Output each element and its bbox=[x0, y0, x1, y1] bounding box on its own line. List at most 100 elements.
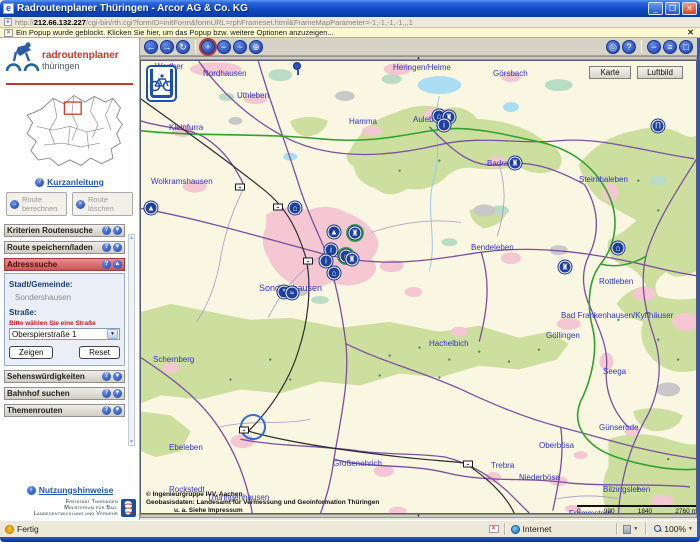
castle-icon[interactable]: ♜ bbox=[559, 261, 572, 274]
scroll-down-icon[interactable]: ▼ bbox=[129, 439, 134, 445]
help-icon[interactable]: ? bbox=[102, 260, 111, 269]
map-canvas[interactable]: WertherNordhausenUthlebenHeringen/HelmeG… bbox=[140, 60, 697, 514]
chevron-down-icon[interactable]: ▼ bbox=[113, 226, 122, 235]
radroutenplaner-map-logo bbox=[146, 65, 177, 102]
help-icon[interactable]: ? bbox=[102, 406, 111, 415]
scroll-up-icon[interactable]: ▲ bbox=[129, 235, 134, 241]
help-icon[interactable]: ? bbox=[102, 372, 111, 381]
peak-icon[interactable]: ▲ bbox=[328, 226, 341, 239]
church-icon[interactable]: ⌂ bbox=[328, 267, 341, 280]
minimize-map-button[interactable]: − bbox=[647, 40, 661, 54]
popup-blocked-status-icon[interactable]: ✕ bbox=[489, 525, 499, 533]
map-splitter-bottom[interactable]: ▼ bbox=[140, 514, 697, 518]
zoom-out-button[interactable]: − bbox=[217, 40, 231, 54]
toolbar-separator bbox=[641, 40, 642, 53]
accordion-header-kriterien-routensuche[interactable]: Kriterien Routensuche ? ▼ bbox=[4, 224, 125, 237]
toolbar-separator bbox=[195, 40, 196, 53]
railway-station-icon[interactable]: ▪▪ bbox=[273, 204, 283, 211]
railway-station-icon[interactable]: ▪▪ bbox=[235, 184, 245, 191]
map-label: Oberbösa bbox=[539, 441, 574, 450]
route-delete-button[interactable]: × Route löschen bbox=[72, 192, 133, 216]
map-label: Schernberg bbox=[153, 355, 194, 364]
new-window-button[interactable]: □ bbox=[679, 40, 693, 54]
railway-station-icon[interactable]: ▪▪ bbox=[303, 258, 313, 265]
chevron-down-icon[interactable]: ▼ bbox=[107, 329, 118, 339]
sidebar: radroutenplaner thüringen ? Ku bbox=[0, 38, 140, 520]
railway-station-icon[interactable]: ▪▪ bbox=[239, 427, 249, 434]
map-label: Bendeleben bbox=[471, 243, 514, 252]
map-scale-bar: 0 920 1840 2760 m bbox=[577, 505, 697, 514]
monument-icon[interactable]: Π bbox=[652, 120, 665, 133]
castle-icon[interactable]: ♜ bbox=[349, 227, 362, 240]
home-icon[interactable]: ⌂ bbox=[612, 242, 625, 255]
quickstart-link[interactable]: Kurzanleitung bbox=[47, 177, 104, 187]
marker-pin-icon[interactable] bbox=[293, 62, 301, 70]
cyclist-logo-icon bbox=[4, 41, 42, 79]
measure-button[interactable]: ~ bbox=[233, 40, 247, 54]
help-icon[interactable]: ? bbox=[102, 243, 111, 252]
accordion-header-themenrouten[interactable]: Themenrouten ? ▼ bbox=[4, 404, 125, 417]
info-icon[interactable]: i bbox=[438, 119, 451, 132]
accordion-label: Sehenswürdigkeiten bbox=[7, 372, 100, 381]
chevron-up-icon[interactable]: ▲ bbox=[113, 260, 122, 269]
refresh-button[interactable]: ↻ bbox=[176, 40, 190, 54]
railway-station-icon[interactable]: ▪▪ bbox=[463, 461, 473, 468]
info-icon[interactable]: i bbox=[320, 255, 333, 268]
back-button[interactable]: ← bbox=[144, 40, 158, 54]
address-bar[interactable]: e http://212.66.132.227/cgi-bin/rth.cgi?… bbox=[0, 17, 700, 28]
popup-info-bar[interactable]: ✕ Ein Popup wurde geblockt. Klicken Sie … bbox=[0, 28, 700, 38]
help-icon: ? bbox=[35, 178, 44, 187]
copyright-line: Geobasisdaten: Landesamt für Vermessung … bbox=[146, 499, 379, 507]
thuringia-coat-of-arms bbox=[121, 499, 136, 517]
map-label: Wolkramshausen bbox=[151, 177, 213, 186]
popup-bar-close-icon[interactable]: ✕ bbox=[687, 28, 696, 37]
chevron-down-icon[interactable]: ▼ bbox=[113, 243, 122, 252]
home-icon[interactable]: ⌂ bbox=[289, 202, 302, 215]
help-button[interactable]: ? bbox=[622, 40, 636, 54]
map-view-button[interactable]: Karte bbox=[589, 66, 631, 79]
chevron-down-icon[interactable]: ▼ bbox=[113, 406, 122, 415]
accordion-header-adresssuche[interactable]: Adresssuche ? ▲ bbox=[4, 258, 125, 271]
mountain-icon[interactable]: ▲ bbox=[145, 202, 158, 215]
map-label: Ebeleben bbox=[169, 443, 203, 452]
accordion-header-bahnhof-suchen[interactable]: Bahnhof suchen ? ▼ bbox=[4, 387, 125, 400]
street-select-value: Oberspierstraße 1 bbox=[10, 330, 107, 339]
show-button[interactable]: Zeigen bbox=[9, 346, 53, 359]
overview-button[interactable]: ◎ bbox=[606, 40, 620, 54]
minimize-button[interactable]: _ bbox=[648, 2, 663, 15]
zoom-in-button[interactable]: + bbox=[201, 40, 215, 54]
street-select[interactable]: Oberspierstraße 1 ▼ bbox=[9, 328, 120, 340]
forward-button[interactable]: → bbox=[160, 40, 174, 54]
castle-icon[interactable]: ♜ bbox=[509, 157, 522, 170]
usage-link[interactable]: Nutzungshinweise bbox=[39, 485, 114, 495]
help-icon[interactable]: ? bbox=[102, 226, 111, 235]
pan-button[interactable]: ⊕ bbox=[249, 40, 263, 54]
sidebar-scrollbar[interactable]: ▲ ▼ bbox=[128, 234, 135, 446]
maximize-button[interactable]: ❐ bbox=[665, 2, 680, 15]
thuringia-overview-map[interactable] bbox=[14, 87, 126, 175]
splitter-down-icon[interactable]: ▼ bbox=[417, 513, 421, 518]
warning-icon: ! bbox=[5, 525, 14, 534]
accordion-header-sehenswuerdigkeiten[interactable]: Sehenswürdigkeiten ? ▼ bbox=[4, 370, 125, 383]
chevron-down-icon[interactable]: ▼ bbox=[633, 526, 638, 532]
chevron-down-icon[interactable]: ▼ bbox=[113, 372, 122, 381]
chevron-down-icon[interactable]: ▼ bbox=[113, 389, 122, 398]
ie-page-icon: e bbox=[3, 3, 14, 14]
close-button[interactable]: ✕ bbox=[682, 2, 697, 15]
help-icon[interactable]: ? bbox=[102, 389, 111, 398]
aerial-view-button[interactable]: Luftbild bbox=[637, 66, 683, 79]
palace-icon[interactable]: ♜ bbox=[346, 253, 359, 266]
filter-icon[interactable] bbox=[623, 525, 631, 534]
map-label: Niederbösa bbox=[519, 473, 560, 482]
chevron-down-icon[interactable]: ▼ bbox=[688, 526, 693, 532]
reset-button[interactable]: Reset bbox=[79, 346, 120, 359]
route-delete-label: Route löschen bbox=[88, 195, 129, 213]
map-label: Steinthaleben bbox=[579, 175, 628, 184]
print-button[interactable]: ≡ bbox=[663, 40, 677, 54]
status-bar: ! Fertig ✕ Internet ▼ 100% ▼ bbox=[0, 520, 700, 537]
accordion-header-route-speichern-laden[interactable]: Route speichern/laden ? ▼ bbox=[4, 241, 125, 254]
url-field[interactable]: http://212.66.132.227/cgi-bin/rth.cgi?fo… bbox=[15, 18, 413, 27]
pool-icon[interactable]: ≈ bbox=[286, 287, 299, 300]
route-calculate-button[interactable]: → Route berechnen bbox=[6, 192, 67, 216]
divider bbox=[645, 523, 647, 535]
